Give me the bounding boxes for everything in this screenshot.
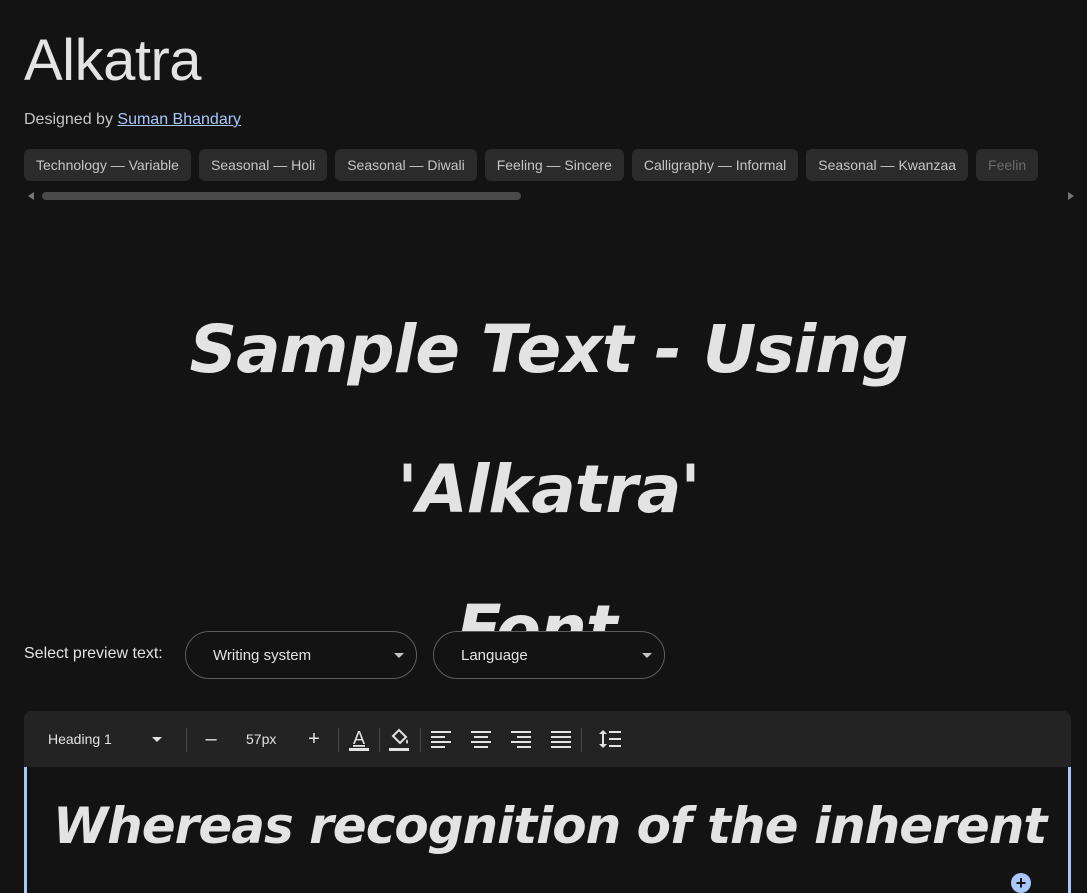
language-value: Language <box>461 647 528 664</box>
text-style-select[interactable]: Heading 1 <box>48 731 112 747</box>
font-title: Alkatra <box>24 28 202 93</box>
tag-chip[interactable]: Calligraphy — Informal <box>631 149 799 181</box>
language-dropdown[interactable]: Language <box>433 631 665 679</box>
tag-chip[interactable]: Feeling — Sincere <box>484 149 624 181</box>
dropdown-caret-icon <box>394 653 404 658</box>
chevron-down-icon[interactable] <box>152 737 162 742</box>
tag-chip[interactable]: Seasonal — Holi <box>198 149 328 181</box>
toolbar-divider <box>379 728 380 752</box>
align-center-icon[interactable] <box>471 729 491 749</box>
designer-line: Designed by Suman Bhandary <box>24 111 241 129</box>
sample-line-2: Font. <box>456 591 642 668</box>
writing-system-dropdown[interactable]: Writing system <box>185 631 417 679</box>
dropdown-caret-icon <box>642 653 652 658</box>
svg-text:A: A <box>353 728 365 748</box>
writing-system-value: Writing system <box>213 647 312 664</box>
increase-size-button[interactable]: + <box>300 725 328 753</box>
sample-line-1: Sample Text - Using 'Alkatra' <box>189 311 909 528</box>
toolbar-divider <box>186 728 187 752</box>
editor-text[interactable]: Whereas recognition of the inherent <box>53 797 1047 855</box>
preview-label: Select preview text: <box>24 645 163 662</box>
add-icon[interactable]: + <box>1011 873 1031 893</box>
designer-link[interactable]: Suman Bhandary <box>117 111 241 128</box>
tag-chip[interactable]: Seasonal — Diwali <box>335 149 477 181</box>
toolbar-divider <box>338 728 339 752</box>
scroll-left-icon[interactable] <box>28 192 34 200</box>
scrollbar-thumb[interactable] <box>42 192 521 200</box>
tag-chip[interactable]: Technology — Variable <box>24 149 191 181</box>
tag-chip-list: Technology — Variable Seasonal — Holi Seas… <box>24 149 1087 181</box>
editor-text-area[interactable]: Whereas recognition of the inherent + <box>24 767 1071 893</box>
decrease-size-button[interactable]: – <box>197 725 225 753</box>
align-justify-icon[interactable] <box>551 729 571 749</box>
toolbar-divider <box>581 728 582 752</box>
scroll-right-icon[interactable] <box>1068 192 1074 200</box>
designed-by-label: Designed by <box>24 111 113 128</box>
editor-toolbar: Heading 1 – 57px + A <box>24 711 1071 767</box>
tag-chip[interactable]: Feelin <box>976 149 1039 181</box>
line-height-icon[interactable] <box>598 728 622 750</box>
fill-color-icon[interactable] <box>387 726 411 754</box>
align-left-icon[interactable] <box>431 729 451 749</box>
text-editor: Heading 1 – 57px + A Whereas recognition… <box>24 711 1071 893</box>
align-right-icon[interactable] <box>511 729 531 749</box>
toolbar-divider <box>420 728 421 752</box>
tag-chip[interactable]: Seasonal — Kwanzaa <box>806 149 969 181</box>
tag-scrollbar[interactable] <box>24 191 1074 201</box>
text-color-icon[interactable]: A <box>347 727 371 753</box>
font-size-value[interactable]: 57px <box>246 731 276 747</box>
